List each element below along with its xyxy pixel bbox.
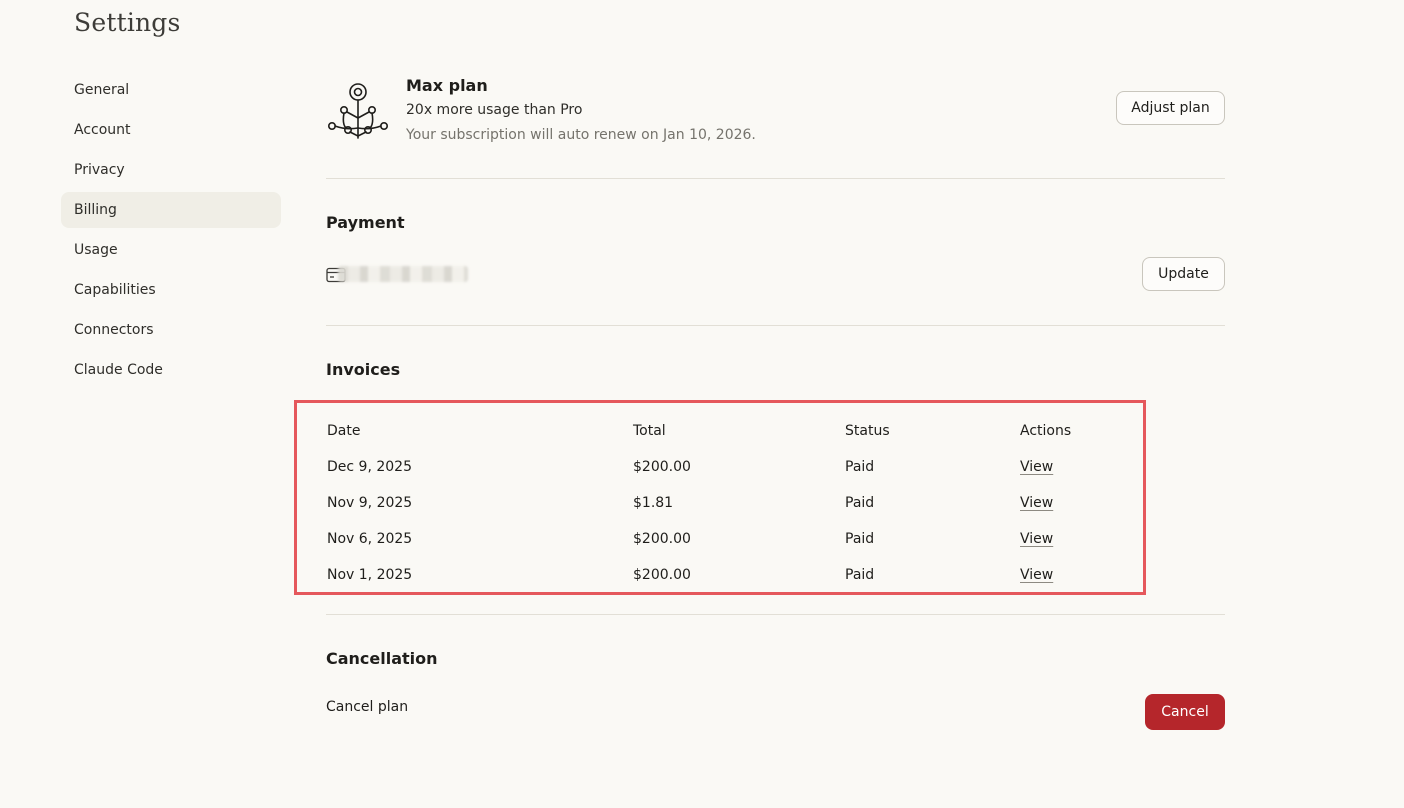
invoices-highlight-box: Date Total Status Actions Dec 9, 2025 $2…: [294, 400, 1146, 595]
invoice-total: $200.00: [633, 459, 691, 475]
invoice-total: $1.81: [633, 495, 674, 511]
invoice-status: Paid: [845, 459, 875, 475]
payment-title: Payment: [326, 213, 405, 232]
invoice-date: Nov 6, 2025: [327, 531, 413, 547]
page-title: Settings: [74, 8, 181, 37]
invoice-date: Nov 1, 2025: [327, 567, 413, 583]
cancel-plan-button[interactable]: Cancel: [1145, 694, 1225, 730]
column-header-total: Total: [633, 423, 666, 439]
plan-section: Max plan 20x more usage than Pro Your su…: [326, 76, 1225, 146]
plan-renewal-note: Your subscription will auto renew on Jan…: [406, 127, 756, 143]
settings-page: Settings General Account Privacy Billing…: [0, 0, 1404, 808]
table-row: Dec 9, 2025 $200.00 Paid View: [327, 449, 1137, 485]
table-row: Nov 9, 2025 $1.81 Paid View: [327, 485, 1137, 521]
redacted-card-number: [338, 266, 468, 282]
view-invoice-link[interactable]: View: [1020, 567, 1053, 583]
update-payment-button[interactable]: Update: [1142, 257, 1225, 291]
invoice-status: Paid: [845, 495, 875, 511]
divider: [326, 178, 1225, 179]
column-header-date: Date: [327, 423, 361, 439]
cancel-plan-label: Cancel plan: [326, 699, 409, 715]
sidebar-item-capabilities[interactable]: Capabilities: [61, 272, 281, 308]
plant-network-icon: [327, 83, 388, 139]
plan-description: 20x more usage than Pro: [406, 102, 583, 118]
payment-row: Update: [326, 256, 1225, 294]
sidebar: General Account Privacy Billing Usage Ca…: [61, 72, 281, 392]
view-invoice-link[interactable]: View: [1020, 495, 1053, 511]
invoice-total: $200.00: [633, 567, 691, 583]
table-header-row: Date Total Status Actions: [327, 413, 1137, 449]
column-header-actions: Actions: [1020, 423, 1072, 439]
sidebar-item-usage[interactable]: Usage: [61, 232, 281, 268]
plan-name: Max plan: [406, 76, 488, 95]
invoices-title: Invoices: [326, 360, 401, 379]
sidebar-item-account[interactable]: Account: [61, 112, 281, 148]
sidebar-item-claude-code[interactable]: Claude Code: [61, 352, 281, 388]
adjust-plan-button[interactable]: Adjust plan: [1116, 91, 1225, 125]
cancellation-title: Cancellation: [326, 649, 438, 668]
invoice-date: Dec 9, 2025: [327, 459, 412, 475]
invoice-date: Nov 9, 2025: [327, 495, 413, 511]
sidebar-item-connectors[interactable]: Connectors: [61, 312, 281, 348]
column-header-status: Status: [845, 423, 890, 439]
table-row: Nov 6, 2025 $200.00 Paid View: [327, 521, 1137, 557]
sidebar-item-billing[interactable]: Billing: [61, 192, 281, 228]
view-invoice-link[interactable]: View: [1020, 531, 1053, 547]
sidebar-item-general[interactable]: General: [61, 72, 281, 108]
invoice-total: $200.00: [633, 531, 691, 547]
invoice-status: Paid: [845, 567, 875, 583]
divider: [326, 325, 1225, 326]
divider: [326, 614, 1225, 615]
invoices-table: Date Total Status Actions Dec 9, 2025 $2…: [327, 413, 1137, 593]
table-row: Nov 1, 2025 $200.00 Paid View: [327, 557, 1137, 593]
invoice-status: Paid: [845, 531, 875, 547]
sidebar-item-privacy[interactable]: Privacy: [61, 152, 281, 188]
view-invoice-link[interactable]: View: [1020, 459, 1053, 475]
